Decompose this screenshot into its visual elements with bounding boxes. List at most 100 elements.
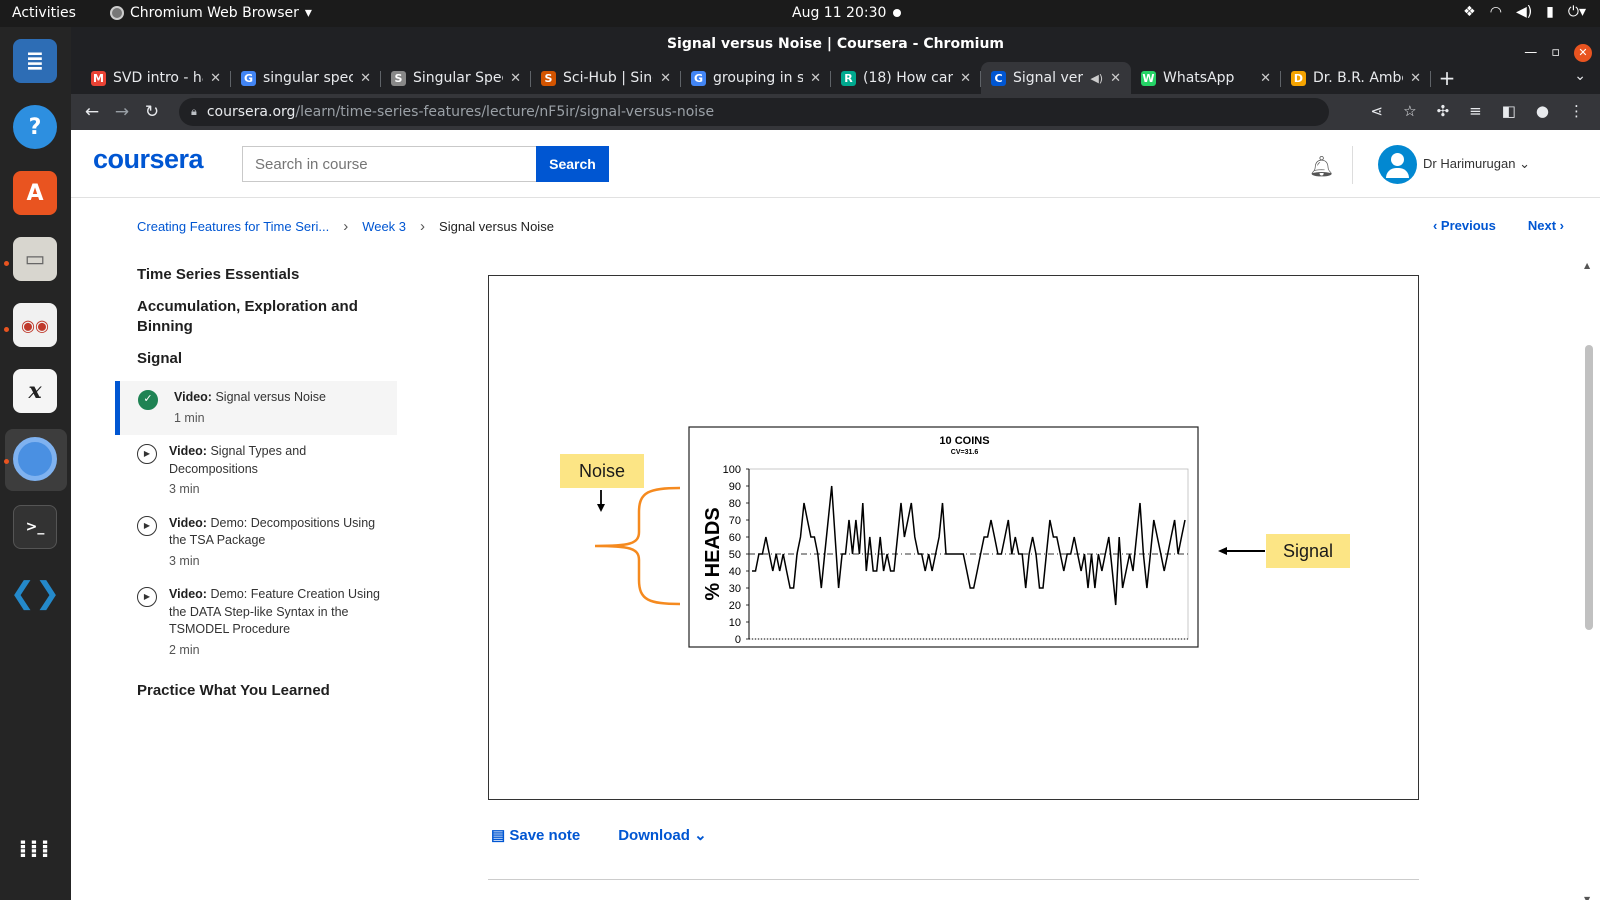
chromium-icon[interactable] — [13, 437, 57, 481]
notifications-bell-icon[interactable]: 🔔︎ — [1309, 154, 1334, 178]
user-menu[interactable]: Dr Harimurugan ⌄ — [1423, 156, 1530, 172]
text-editor-icon[interactable]: ≣ — [13, 39, 57, 83]
vscode-icon[interactable]: ❮❯ — [10, 571, 60, 615]
volume-icon[interactable]: ◀) — [1516, 4, 1532, 20]
tab-title: (18) How can — [863, 70, 954, 86]
browser-tab[interactable]: C Signal ver ◀) ✕ — [981, 62, 1131, 94]
tab-close-icon[interactable]: ✕ — [1260, 71, 1271, 86]
wifi-icon[interactable]: ◠ — [1490, 4, 1502, 20]
section-title[interactable]: Signal — [115, 349, 397, 369]
section-title[interactable]: Practice What You Learned — [115, 681, 397, 701]
tab-close-icon[interactable]: ✕ — [360, 71, 371, 86]
course-outline: Time Series Essentials Accumulation, Exp… — [115, 265, 397, 713]
tab-close-icon[interactable]: ✕ — [810, 71, 821, 86]
section-title[interactable]: Time Series Essentials — [115, 265, 397, 285]
site-header: coursera Search 🔔︎ Dr Harimurugan ⌄ — [71, 130, 1600, 198]
back-icon[interactable]: ← — [77, 102, 107, 122]
help-icon[interactable]: ? — [13, 105, 57, 149]
menu-kebab-icon[interactable]: ⋮ — [1569, 102, 1584, 120]
side-panel-icon[interactable]: ◧ — [1502, 102, 1516, 120]
browser-tab[interactable]: S Singular Spec ✕ — [381, 62, 531, 94]
app-menu[interactable]: Chromium Web Browser ▾ — [110, 5, 312, 21]
breadcrumb-course[interactable]: Creating Features for Time Seri... — [137, 219, 329, 234]
browser-tab[interactable]: Ggrouping in s ✕ — [681, 62, 831, 94]
lesson-item[interactable]: ✓ Video: Signal versus Noise 1 min — [115, 381, 397, 435]
download-label: Download — [618, 827, 690, 844]
forward-icon[interactable]: → — [107, 102, 137, 122]
avatar[interactable] — [1378, 145, 1417, 184]
clock[interactable]: Aug 11 20:30 — [792, 5, 886, 21]
y-tick-label: 60 — [729, 532, 741, 544]
next-button[interactable]: Next › — [1528, 218, 1564, 233]
lecture-navigation: ‹ Previous Next › — [1433, 218, 1564, 233]
breadcrumb-week[interactable]: Week 3 — [362, 219, 406, 234]
extensions-icon[interactable]: ✣ — [1437, 102, 1450, 120]
page-scrollbar[interactable]: ▲ ▼ — [1584, 261, 1594, 900]
breadcrumb-current: Signal versus Noise — [439, 219, 554, 234]
tab-close-icon[interactable]: ✕ — [960, 71, 971, 86]
previous-label: Previous — [1440, 218, 1496, 233]
play-circle-icon: ▶ — [137, 444, 157, 464]
app-center-icon[interactable]: A — [13, 171, 57, 215]
tab-separator — [1430, 71, 1431, 87]
header-divider — [1352, 146, 1353, 184]
section-title[interactable]: Accumulation, Exploration and Binning — [115, 297, 397, 337]
scroll-up-icon[interactable]: ▲ — [1584, 261, 1590, 270]
reload-icon[interactable]: ↻ — [137, 102, 167, 122]
search-button[interactable]: Search — [536, 146, 609, 182]
download-button[interactable]: Download ⌄ — [618, 826, 706, 844]
address-bar[interactable]: 🔒︎ coursera.org/learn/time-series-featur… — [179, 98, 1329, 126]
battery-icon[interactable]: ▮ — [1546, 4, 1554, 20]
tab-close-icon[interactable]: ✕ — [510, 71, 521, 86]
browser-toolbar: ← → ↻ 🔒︎ coursera.org/learn/time-series-… — [71, 94, 1600, 130]
scrollbar-thumb[interactable] — [1585, 345, 1593, 630]
previous-button[interactable]: ‹ Previous — [1433, 218, 1496, 233]
y-tick-label: 100 — [723, 464, 741, 476]
browser-tab[interactable]: Gsingular spec ✕ — [231, 62, 381, 94]
lesson-kind: Video: — [174, 390, 212, 404]
tab-close-icon[interactable]: ✕ — [210, 71, 221, 86]
document-viewer-icon[interactable]: ◉◉ — [13, 303, 57, 347]
browser-tab[interactable]: M SVD intro - ha ✕ — [81, 62, 231, 94]
close-window-button[interactable]: ✕ — [1574, 43, 1592, 62]
terminal-icon[interactable]: >_ — [13, 505, 57, 549]
lock-icon[interactable]: 🔒︎ — [191, 105, 197, 119]
activities-button[interactable]: Activities — [12, 5, 76, 21]
video-player[interactable]: 10 COINS CV=31.6 0 10 20 30 40 50 60 70 80 90 100 % H… — [488, 275, 1419, 800]
browser-tab[interactable]: S Sci-Hub | Sing ✕ — [531, 62, 681, 94]
tab-search-icon[interactable]: ⌄ — [1574, 68, 1586, 84]
share-icon[interactable]: ⋖ — [1371, 102, 1384, 120]
tab-title: SVD intro - ha — [113, 70, 204, 86]
chevron-down-icon: ⌄ — [1519, 156, 1531, 171]
tab-strip: M SVD intro - ha ✕ Gsingular spec ✕ S Singular… — [71, 62, 1600, 94]
files-icon[interactable]: ▭ — [13, 237, 57, 281]
favicon-icon: G — [691, 70, 706, 86]
lesson-item[interactable]: ▶ Video: Demo: Decompositions Using the T… — [115, 507, 397, 579]
dropbox-icon[interactable]: ❖ — [1463, 4, 1476, 20]
browser-tab[interactable]: D Dr. B.R. Ambe ✕ — [1281, 62, 1431, 94]
lesson-item[interactable]: ▶ Video: Demo: Feature Creation Using the… — [115, 578, 397, 667]
coursera-logo[interactable]: coursera — [93, 144, 204, 175]
y-tick-label: 50 — [729, 549, 741, 561]
power-icon[interactable]: ⏻▾ — [1568, 4, 1586, 20]
new-tab-button[interactable]: + — [1431, 62, 1463, 94]
url-host: coursera.org — [206, 104, 296, 120]
tab-close-icon[interactable]: ✕ — [660, 71, 671, 86]
show-apps-icon[interactable]: ⁞⁞⁞ — [13, 827, 57, 871]
media-control-icon[interactable]: ≡ — [1469, 102, 1482, 120]
chevron-down-icon: ▾ — [304, 5, 312, 21]
browser-tab[interactable]: W WhatsApp ✕ — [1131, 62, 1281, 94]
search-input[interactable] — [242, 146, 537, 182]
tab-close-icon[interactable]: ✕ — [1410, 71, 1421, 86]
xournal-icon[interactable]: x — [13, 369, 57, 413]
browser-tab[interactable]: R (18) How can ✕ — [831, 62, 981, 94]
bookmark-star-icon[interactable]: ☆ — [1403, 102, 1416, 120]
save-note-button[interactable]: ▤ Save note — [491, 826, 580, 844]
system-tray[interactable]: ❖ ◠ ◀) ▮ ⏻▾ — [1463, 4, 1586, 20]
tab-close-icon[interactable]: ✕ — [1110, 71, 1121, 86]
audio-playing-icon[interactable]: ◀) — [1090, 72, 1103, 85]
profile-icon[interactable]: ● — [1536, 102, 1549, 120]
scroll-down-icon[interactable]: ▼ — [1584, 895, 1590, 900]
dock: ≣ ? A ▭ ◉◉ x >_ ❮❯ ⁞⁞⁞ — [0, 27, 71, 900]
lesson-item[interactable]: ▶ Video: Signal Types and Decompositions 3… — [115, 435, 397, 507]
